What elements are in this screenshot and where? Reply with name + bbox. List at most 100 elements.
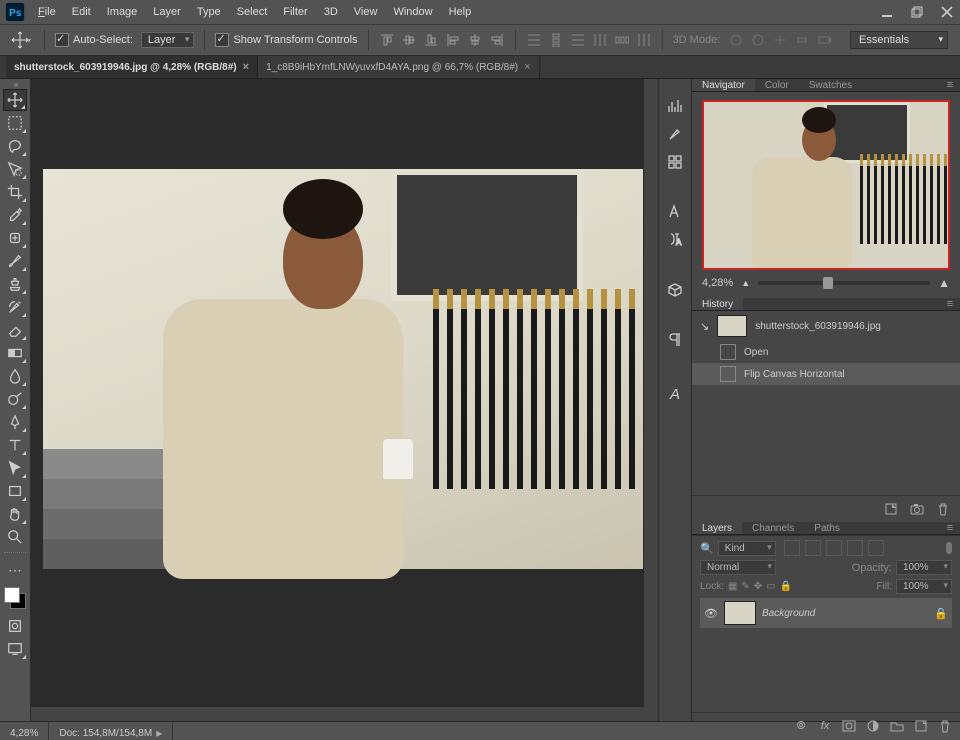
new-group-icon[interactable] (890, 719, 904, 733)
history-brush-tool[interactable] (3, 296, 27, 318)
fill-value[interactable]: 100% (896, 579, 952, 594)
layer-row[interactable]: 👁 Background 🔒 (700, 598, 952, 628)
blur-tool[interactable] (3, 365, 27, 387)
status-docinfo[interactable]: Doc: 154,8M/154,8M▶ (49, 722, 173, 740)
layer-name[interactable]: Background (762, 608, 815, 619)
eyedropper-tool[interactable] (3, 204, 27, 226)
layer-mask-icon[interactable] (842, 719, 856, 733)
eraser-tool[interactable] (3, 319, 27, 341)
glyph-a-panel-icon[interactable]: A (664, 383, 686, 405)
layer-fx-icon[interactable]: fx (818, 719, 832, 733)
panel-menu-icon[interactable]: ≡ (940, 522, 960, 534)
filter-type-icon[interactable] (826, 540, 842, 556)
align-bottom-icon[interactable] (423, 32, 439, 48)
brush-tool[interactable] (3, 250, 27, 272)
tab-paths[interactable]: Paths (804, 522, 850, 534)
adjustment-layer-icon[interactable] (866, 719, 880, 733)
filter-smart-icon[interactable] (868, 540, 884, 556)
menu-window[interactable]: Window (385, 0, 440, 24)
tab-channels[interactable]: Channels (742, 522, 804, 534)
status-zoom[interactable]: 4,28% (0, 722, 49, 740)
type-tool[interactable] (3, 434, 27, 456)
menu-filter[interactable]: Filter (275, 0, 315, 24)
align-vcenter-icon[interactable] (401, 32, 417, 48)
zoom-in-icon[interactable]: ▲ (938, 276, 950, 290)
align-top-icon[interactable] (379, 32, 395, 48)
histogram-panel-icon[interactable] (664, 95, 686, 117)
dist-hcenter-icon[interactable] (614, 32, 630, 48)
align-left-icon[interactable] (445, 32, 461, 48)
layer-filter-kind-dropdown[interactable]: Kind (718, 541, 776, 556)
vertical-scrollbar[interactable] (643, 79, 658, 707)
menu-3d[interactable]: 3D (316, 0, 346, 24)
3d-zoom-icon[interactable] (816, 32, 832, 48)
quick-select-tool[interactable] (3, 158, 27, 180)
zoom-out-icon[interactable]: ▲ (741, 278, 750, 288)
3d-orbit-icon[interactable] (728, 32, 744, 48)
clone-stamp-tool[interactable] (3, 273, 27, 295)
tab-color[interactable]: Color (755, 79, 799, 91)
dodge-tool[interactable] (3, 388, 27, 410)
brushpresets-panel-icon[interactable] (664, 151, 686, 173)
paragraph-panel-icon[interactable] (664, 329, 686, 351)
tab-history[interactable]: History (692, 298, 743, 310)
filter-shape-icon[interactable] (847, 540, 863, 556)
history-entry[interactable]: Open (692, 341, 960, 363)
close-icon[interactable] (940, 5, 954, 19)
workspace-switcher[interactable]: Essentials (850, 31, 948, 49)
auto-select-checkbox[interactable]: Auto-Select: (55, 33, 133, 47)
dist-top-icon[interactable] (526, 32, 542, 48)
canvas-area[interactable] (31, 79, 658, 721)
document-tab[interactable]: shutterstock_603919946.jpg @ 4,28% (RGB/… (6, 56, 258, 78)
screenmode-icon[interactable] (3, 638, 27, 660)
menu-view[interactable]: View (346, 0, 386, 24)
delete-layer-icon[interactable] (938, 719, 952, 733)
filter-pixel-icon[interactable] (784, 540, 800, 556)
crop-tool[interactable] (3, 181, 27, 203)
dist-bottom-icon[interactable] (570, 32, 586, 48)
3d-roll-icon[interactable] (750, 32, 766, 48)
quickmask-icon[interactable] (3, 615, 27, 637)
rectangle-tool[interactable] (3, 480, 27, 502)
restore-icon[interactable] (910, 5, 924, 19)
history-snapshot[interactable]: ↘ shutterstock_603919946.jpg (692, 311, 960, 341)
dist-left-icon[interactable] (592, 32, 608, 48)
history-brush-source-icon[interactable]: ↘ (700, 320, 709, 333)
delete-state-icon[interactable] (936, 502, 950, 516)
new-layer-icon[interactable] (914, 719, 928, 733)
menu-help[interactable]: Help (441, 0, 480, 24)
glyphs-panel-icon[interactable]: A (664, 229, 686, 251)
color-swatches[interactable] (4, 587, 26, 609)
navigator-zoom-slider[interactable] (758, 281, 930, 285)
navigator-thumbnail[interactable] (702, 100, 950, 270)
filter-adjust-icon[interactable] (805, 540, 821, 556)
panel-menu-icon[interactable]: ≡ (940, 79, 960, 91)
dist-right-icon[interactable] (636, 32, 652, 48)
lock-all-icon[interactable]: 🔒 (780, 581, 792, 592)
minimize-icon[interactable] (880, 5, 894, 19)
3d-pan-icon[interactable] (772, 32, 788, 48)
filter-toggle-icon[interactable] (946, 542, 952, 554)
document-canvas[interactable] (43, 169, 643, 569)
opacity-value[interactable]: 100% (896, 560, 952, 575)
marquee-tool[interactable] (3, 112, 27, 134)
menu-file[interactable]: File (30, 0, 64, 24)
tab-swatches[interactable]: Swatches (799, 79, 862, 91)
zoom-tool[interactable] (3, 526, 27, 548)
pen-tool[interactable] (3, 411, 27, 433)
path-select-tool[interactable] (3, 457, 27, 479)
lock-artboard-icon[interactable]: ▭ (766, 581, 775, 592)
show-transform-checkbox[interactable]: Show Transform Controls (215, 33, 357, 47)
auto-select-mode-dropdown[interactable]: Layer (141, 32, 195, 48)
new-doc-from-state-icon[interactable] (884, 502, 898, 516)
align-right-icon[interactable] (489, 32, 505, 48)
lock-brush-icon[interactable]: ✎ (741, 581, 749, 592)
history-entry[interactable]: Flip Canvas Horizontal (692, 363, 960, 385)
align-hcenter-icon[interactable] (467, 32, 483, 48)
3d-slide-icon[interactable] (794, 32, 810, 48)
horizontal-scrollbar[interactable] (31, 706, 658, 721)
close-tab-icon[interactable]: × (243, 61, 249, 73)
tab-navigator[interactable]: Navigator (692, 79, 755, 91)
libraries-panel-icon[interactable] (664, 279, 686, 301)
menu-select[interactable]: Select (229, 0, 276, 24)
